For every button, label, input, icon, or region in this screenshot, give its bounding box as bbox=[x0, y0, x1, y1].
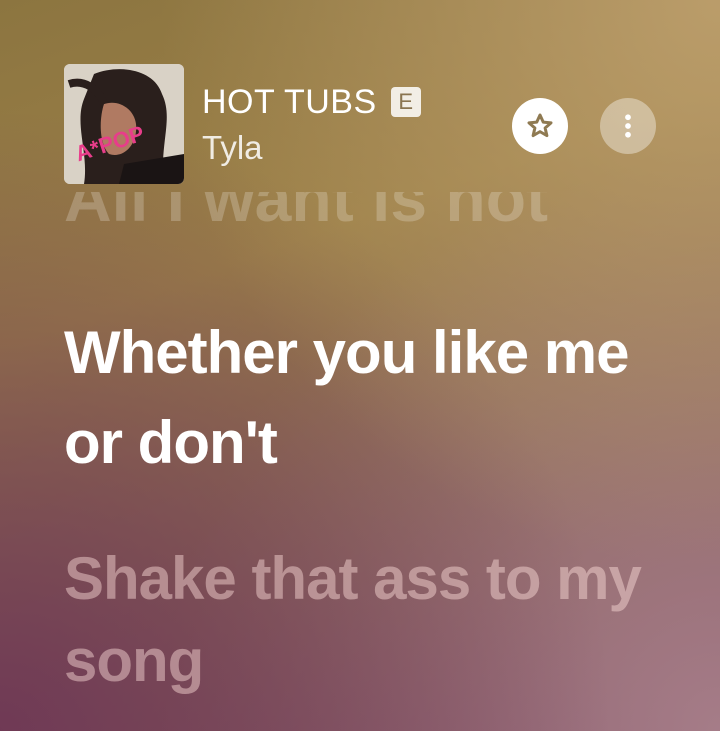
lyric-next-line[interactable]: Shake that ass to my song bbox=[64, 538, 664, 702]
track-artist[interactable]: Tyla bbox=[202, 128, 421, 168]
album-artwork[interactable]: A*POP bbox=[64, 64, 184, 184]
now-playing-header: A*POP HOT TUBS E Tyla bbox=[64, 64, 664, 184]
more-vertical-icon bbox=[625, 114, 631, 138]
track-info: HOT TUBS E Tyla bbox=[202, 82, 421, 168]
star-icon bbox=[527, 113, 553, 138]
favorite-button[interactable] bbox=[512, 98, 568, 154]
explicit-badge: E bbox=[390, 87, 421, 117]
title-row: HOT TUBS E bbox=[202, 82, 421, 122]
album-art-image: A*POP bbox=[64, 64, 184, 184]
track-title[interactable]: HOT TUBS bbox=[202, 82, 377, 122]
more-options-button[interactable] bbox=[600, 98, 656, 154]
lyric-current-line[interactable]: Whether you like me or don't bbox=[64, 308, 664, 488]
